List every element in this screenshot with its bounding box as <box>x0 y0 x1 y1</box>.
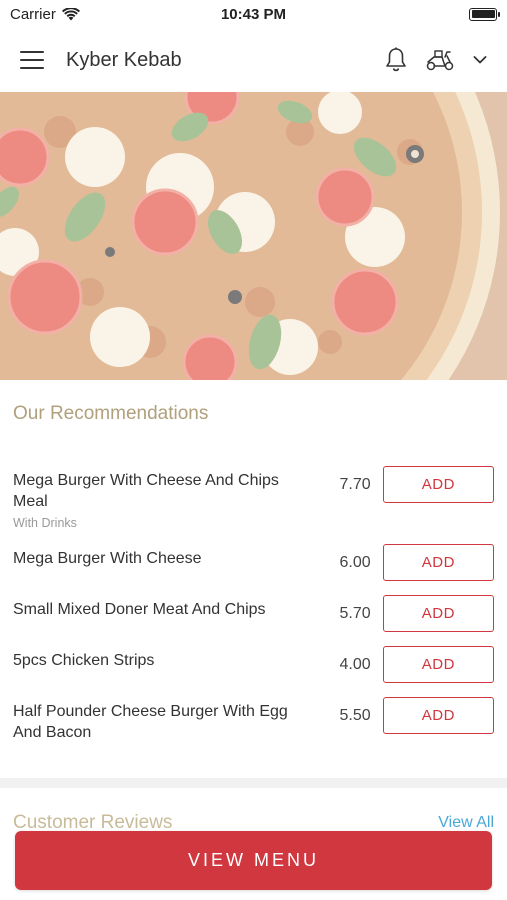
hero-banner <box>0 92 507 380</box>
reviews-header: Customer Reviews View All <box>13 810 494 828</box>
view-menu-button[interactable]: VIEW MENU <box>15 831 492 890</box>
item-info: Small Mixed Doner Meat And Chips <box>13 595 313 620</box>
battery-icon <box>469 7 500 21</box>
item-price: 5.70 <box>339 605 371 622</box>
chevron-down-icon[interactable] <box>473 55 487 65</box>
item-price: 7.70 <box>339 476 371 493</box>
item-name: 5pcs Chicken Strips <box>13 652 155 669</box>
add-button[interactable]: ADD <box>382 595 494 632</box>
list-item: 5pcs Chicken Strips 4.00 ADD <box>0 646 507 683</box>
item-name: Small Mixed Doner Meat And Chips <box>13 601 266 618</box>
scooter-icon[interactable] <box>425 48 455 72</box>
recommendations-title: Our Recommendations <box>13 403 209 424</box>
page-title: Kyber Kebab <box>66 48 182 71</box>
header-actions <box>385 47 487 73</box>
status-bar: Carrier 10:43 PM <box>0 0 507 28</box>
wifi-icon <box>61 7 80 20</box>
app-header: Kyber Kebab <box>0 28 507 92</box>
add-button[interactable]: ADD <box>382 646 494 683</box>
list-item: Mega Burger With Cheese 6.00 ADD <box>0 544 507 581</box>
pizza-image <box>0 92 507 380</box>
add-button[interactable]: ADD <box>382 466 494 503</box>
item-price: 5.50 <box>339 707 371 724</box>
list-item: Half Pounder Cheese Burger With Egg And … <box>0 697 507 743</box>
item-info: Mega Burger With Cheese <box>13 544 313 569</box>
status-left: Carrier <box>10 6 80 23</box>
add-button[interactable]: ADD <box>382 544 494 581</box>
item-info: 5pcs Chicken Strips <box>13 646 313 671</box>
item-name: Mega Burger With Cheese <box>13 550 202 567</box>
item-subtitle: With Drinks <box>13 516 77 530</box>
item-price: 4.00 <box>339 656 371 673</box>
view-all-link[interactable]: View All <box>438 810 494 828</box>
carrier-label: Carrier <box>10 5 56 23</box>
menu-icon[interactable] <box>20 51 44 69</box>
list-item: Mega Burger With Cheese And Chips Meal W… <box>0 466 507 530</box>
section-divider <box>0 778 507 788</box>
item-price: 6.00 <box>339 554 371 571</box>
item-info: Half Pounder Cheese Burger With Egg And … <box>13 697 313 743</box>
list-item: Small Mixed Doner Meat And Chips 5.70 AD… <box>0 595 507 632</box>
item-name: Mega Burger With Cheese And Chips Meal <box>13 472 279 510</box>
add-button[interactable]: ADD <box>382 697 494 734</box>
reviews-title: Customer Reviews <box>13 812 173 828</box>
item-name: Half Pounder Cheese Burger With Egg And … <box>13 703 288 741</box>
bell-icon[interactable] <box>385 47 407 73</box>
item-info: Mega Burger With Cheese And Chips Meal W… <box>13 466 313 530</box>
recommendations-list: Mega Burger With Cheese And Chips Meal W… <box>0 466 507 757</box>
